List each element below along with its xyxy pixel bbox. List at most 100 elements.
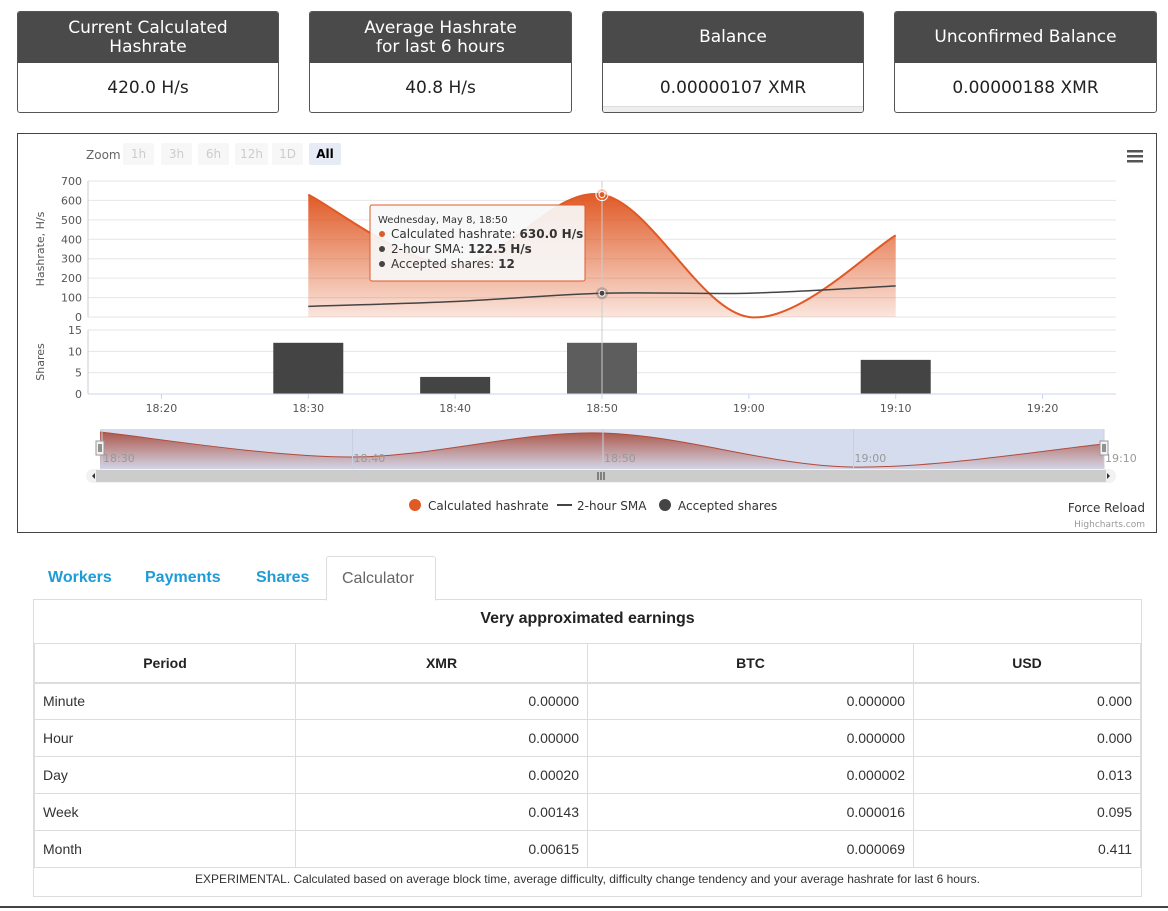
y-tick-label: 0: [75, 311, 82, 324]
highcharts-credits[interactable]: Highcharts.com: [1074, 520, 1145, 530]
navigator-left-handle[interactable]: [95, 440, 105, 456]
y-tick-label: 600: [61, 194, 82, 207]
tooltip-date: Wednesday, May 8, 18:50: [378, 215, 508, 226]
tab-payments[interactable]: Payments: [130, 556, 236, 600]
experimental-note: EXPERIMENTAL. Calculated based on averag…: [195, 872, 980, 886]
zoom-button-6h[interactable]: 6h: [198, 143, 229, 165]
xmr-cell: 0.00615: [295, 830, 588, 868]
zoom-button-label[interactable]: 12h: [240, 147, 263, 161]
btc-cell: 0.000016: [587, 793, 914, 831]
column-header-btc: BTC: [587, 643, 914, 684]
stat-card-title: Unconfirmed Balance: [895, 12, 1156, 63]
tooltip-bullet: [379, 261, 385, 267]
period-cell: Hour: [34, 719, 296, 757]
y-tick-label: 10: [68, 345, 82, 358]
period-cell: Minute: [34, 682, 296, 720]
stat-card-balance: Balance 0.00000107 XMR: [602, 11, 864, 113]
chart-menu-icon[interactable]: [1127, 150, 1143, 163]
stat-card-title: Current Calculated Hashrate: [18, 12, 278, 63]
hover-marker: [598, 289, 606, 297]
legend-label[interactable]: Calculated hashrate: [428, 499, 549, 513]
table-row: Day 0.00020 0.000002 0.013: [34, 756, 1141, 794]
tab-workers[interactable]: Workers: [33, 556, 127, 600]
zoom-button-1d[interactable]: 1D: [272, 143, 303, 165]
tooltip-row: 2-hour SMA: 122.5 H/s: [391, 242, 532, 256]
legend-item-sma[interactable]: 2-hour SMA: [557, 499, 647, 513]
legend-label[interactable]: 2-hour SMA: [577, 499, 647, 513]
column-header-usd: USD: [913, 643, 1141, 684]
handle-body[interactable]: [1099, 440, 1109, 456]
btc-cell: 0.000069: [587, 830, 914, 868]
table-row: Month 0.00615 0.000069 0.411: [34, 830, 1141, 868]
shares-bar: [860, 359, 931, 394]
usd-cell: 0.013: [913, 756, 1141, 794]
btc-cell: 0.000000: [587, 719, 914, 757]
xmr-cell: 0.00000: [295, 719, 588, 757]
y-axis-title-hashrate: Hashrate, H/s: [34, 211, 47, 286]
shares-bar: [273, 342, 344, 394]
period-cell: Day: [34, 756, 296, 794]
navigator-label: 19:00: [855, 452, 887, 465]
y-tick-label: 100: [61, 292, 82, 305]
usd-cell: 0.000: [913, 682, 1141, 720]
navigator-label: 18:30: [103, 452, 135, 465]
legend-symbol[interactable]: [659, 499, 671, 511]
navigator-right-handle[interactable]: [1099, 440, 1109, 456]
balance-progress-bar: [603, 106, 863, 112]
tab-calculator[interactable]: Calculator: [326, 556, 436, 601]
handle-body[interactable]: [95, 440, 105, 456]
zoom-button-12h[interactable]: 12h: [235, 143, 268, 165]
tooltip-bullet: [379, 246, 385, 252]
chart-canvas: 0 100 200 300 400 500 600 700 0 5 10 15 18:20 18:30 18…: [34, 143, 1145, 530]
stat-card-value: 40.8 H/s: [405, 78, 476, 98]
x-tick-label: 18:30: [292, 402, 324, 415]
stat-card-title: Balance: [603, 12, 863, 63]
table-header-row: Period XMR BTC USD: [34, 643, 1141, 684]
xmr-cell: 0.00000: [295, 682, 588, 720]
zoom-button-label[interactable]: 3h: [169, 147, 184, 161]
hashrate-chart: 0 100 200 300 400 500 600 700 0 5 10 15 18:20 18:30 18…: [17, 133, 1157, 533]
x-tick-label: 19:20: [1027, 402, 1059, 415]
stat-card-title: Average Hashrate for last 6 hours: [310, 12, 571, 63]
x-tick-label: 18:50: [586, 402, 618, 415]
y-tick-label: 300: [61, 253, 82, 266]
legend-label[interactable]: Accepted shares: [678, 499, 777, 513]
navigator-label: 19:10: [1105, 452, 1137, 465]
zoom-button-label[interactable]: 6h: [206, 147, 221, 161]
y-tick-label: 400: [61, 233, 82, 246]
usd-cell: 0.411: [913, 830, 1141, 868]
y-tick-label: 500: [61, 214, 82, 227]
btc-cell: 0.000000: [587, 682, 914, 720]
zoom-button-1h[interactable]: 1h: [123, 143, 154, 165]
legend-item-shares[interactable]: Accepted shares: [659, 499, 777, 513]
hover-marker: [598, 191, 606, 199]
force-reload-link[interactable]: Force Reload: [1068, 501, 1145, 515]
y-tick-label: 15: [68, 324, 82, 337]
zoom-button-label[interactable]: 1h: [131, 147, 146, 161]
tooltip-row: Accepted shares: 12: [391, 257, 515, 271]
calculator-panel: Very approximated earnings Period XMR BT…: [33, 599, 1142, 897]
zoom-button-label[interactable]: All: [316, 147, 334, 161]
tab-shares[interactable]: Shares: [241, 556, 324, 600]
zoom-button-label[interactable]: 1D: [279, 147, 296, 161]
y-tick-label: 700: [61, 175, 82, 188]
navigator-label: 18:40: [354, 452, 386, 465]
btc-cell: 0.000002: [587, 756, 914, 794]
navigator-label: 18:50: [604, 452, 636, 465]
x-tick-label: 18:20: [146, 402, 178, 415]
zoom-label: Zoom: [86, 148, 121, 162]
period-cell: Month: [34, 830, 296, 868]
legend-symbol[interactable]: [409, 499, 421, 511]
table-row: Minute 0.00000 0.000000 0.000: [34, 682, 1141, 720]
stat-card-unconfirmed-balance: Unconfirmed Balance 0.00000188 XMR: [894, 11, 1157, 113]
legend-item-hashrate[interactable]: Calculated hashrate: [409, 499, 549, 513]
chart-tooltip: Wednesday, May 8, 18:50Calculated hashra…: [369, 204, 586, 282]
table-row: Hour 0.00000 0.000000 0.000: [34, 719, 1141, 757]
period-cell: Week: [34, 793, 296, 831]
stat-card-current-hashrate: Current Calculated Hashrate 420.0 H/s: [17, 11, 279, 113]
navigator-scrollbar[interactable]: [86, 469, 1116, 483]
y-tick-label: 200: [61, 272, 82, 285]
shares-bar: [420, 376, 491, 394]
zoom-button-3h[interactable]: 3h: [161, 143, 192, 165]
zoom-button-all[interactable]: All: [309, 143, 341, 165]
